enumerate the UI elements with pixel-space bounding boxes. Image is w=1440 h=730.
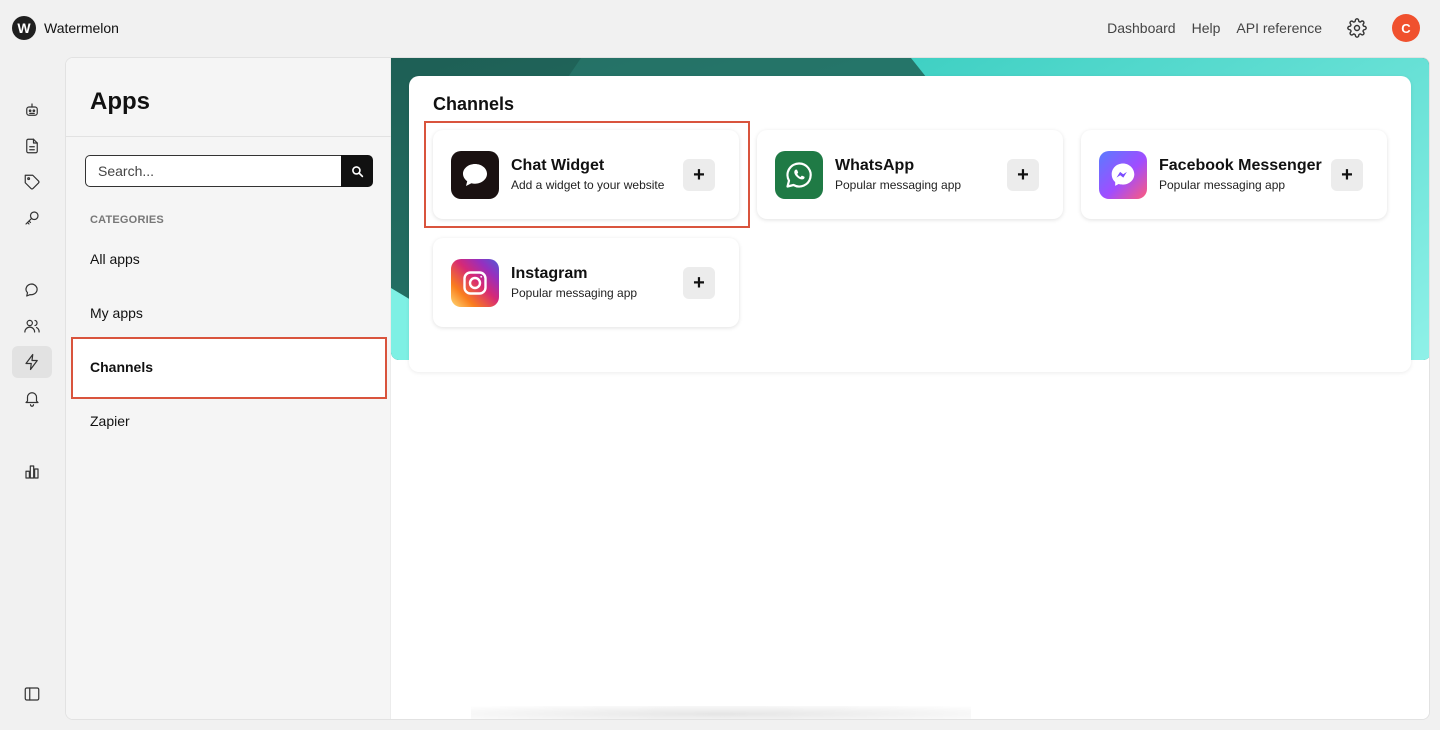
key-icon[interactable] [12, 202, 52, 234]
icon-rail [0, 56, 64, 730]
categories-label: CATEGORIES [90, 214, 164, 226]
bell-icon[interactable] [12, 382, 52, 414]
category-my-apps[interactable]: My apps [90, 305, 143, 321]
add-button[interactable]: + [1007, 159, 1039, 191]
section-title: Channels [433, 94, 515, 114]
apps-sidebar: Apps CATEGORIES All apps My apps Channel… [66, 58, 391, 719]
top-nav: Dashboard Help API reference C [1107, 14, 1420, 42]
messenger-icon [1099, 151, 1147, 199]
divider [66, 136, 391, 137]
brand-logo: W [12, 16, 36, 40]
top-bar: W Watermelon Dashboard Help API referenc… [0, 0, 1440, 56]
tag-icon[interactable] [12, 166, 52, 198]
chat-icon[interactable] [12, 274, 52, 306]
chart-icon[interactable] [12, 456, 52, 488]
app-name: Instagram [511, 265, 588, 282]
page-title: Apps [90, 88, 150, 115]
search-icon [351, 165, 363, 177]
nav-help-link[interactable]: Help [1192, 20, 1221, 36]
category-all-apps[interactable]: All apps [90, 251, 140, 267]
main-panel: Apps CATEGORIES All apps My apps Channel… [65, 57, 1430, 720]
search-bar [85, 155, 373, 187]
lightning-icon[interactable] [12, 346, 52, 378]
app-description: Popular messaging app [1159, 178, 1286, 192]
app-card-instagram[interactable]: Instagram Popular messaging app + [433, 238, 739, 327]
nav-dashboard-link[interactable]: Dashboard [1107, 20, 1176, 36]
app-description: Popular messaging app [511, 286, 638, 300]
instagram-icon [451, 259, 499, 307]
app-description: Popular messaging app [835, 178, 962, 192]
app-name: WhatsApp [835, 157, 915, 174]
avatar[interactable]: C [1392, 14, 1420, 42]
app-name: Facebook Messenger [1159, 157, 1322, 174]
brand[interactable]: W Watermelon [12, 16, 119, 40]
app-card-whatsapp[interactable]: WhatsApp Popular messaging app + [757, 130, 1063, 219]
bot-icon[interactable] [12, 94, 52, 126]
channels-container: Channels Chat Widget Add a widget to you… [409, 76, 1411, 372]
search-input[interactable] [85, 155, 341, 187]
add-button[interactable]: + [683, 267, 715, 299]
footer-shadow [471, 706, 971, 719]
users-icon[interactable] [12, 310, 52, 342]
sidebar-toggle-icon[interactable] [12, 678, 52, 710]
whatsapp-icon [775, 151, 823, 199]
add-button[interactable]: + [1331, 159, 1363, 191]
search-button[interactable] [341, 155, 373, 187]
app-card-facebook-messenger[interactable]: Facebook Messenger Popular messaging app… [1081, 130, 1387, 219]
brand-name: Watermelon [44, 20, 119, 36]
category-zapier[interactable]: Zapier [90, 413, 130, 429]
document-icon[interactable] [12, 130, 52, 162]
gear-icon[interactable] [1346, 17, 1368, 39]
category-channels[interactable]: Channels [90, 359, 153, 375]
content-area: Channels Chat Widget Add a widget to you… [391, 58, 1429, 719]
nav-api-reference-link[interactable]: API reference [1236, 20, 1322, 36]
chat-widget-highlight [424, 121, 750, 228]
